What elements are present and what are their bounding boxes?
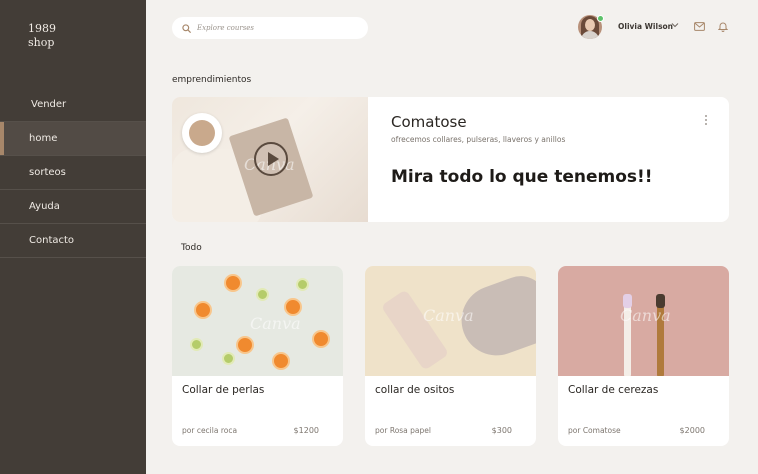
logo-line2: shop <box>28 36 55 49</box>
product-title: Collar de cerezas <box>568 384 659 396</box>
sidebar-item-label: Vender <box>31 99 67 110</box>
product-title: Collar de perlas <box>182 384 265 396</box>
more-vertical-icon[interactable] <box>704 114 708 126</box>
product-price: $1200 <box>293 426 319 435</box>
search-bar[interactable] <box>172 17 368 39</box>
chevron-down-icon[interactable] <box>671 22 679 28</box>
product-seller: por Rosa papel <box>375 426 431 435</box>
sidebar-item-home[interactable]: home <box>0 122 146 156</box>
featured-subtitle: ofrecemos collares, pulseras, llaveros y… <box>391 135 566 144</box>
product-card[interactable]: Canva Collar de cerezas por Comatose $20… <box>558 266 729 446</box>
sidebar-item-label: Contacto <box>29 235 75 246</box>
sidebar-item-label: Ayuda <box>29 201 60 212</box>
logo[interactable]: 1989 shop <box>28 22 56 50</box>
product-seller: por cecila roca <box>182 426 238 435</box>
product-image: Canva <box>172 266 343 376</box>
product-image: Canva <box>558 266 729 376</box>
sidebar-item-sorteos[interactable]: sorteos <box>0 156 146 190</box>
watermark: Canva <box>423 306 474 325</box>
product-image: Canva <box>365 266 536 376</box>
sidebar-item-contacto[interactable]: Contacto <box>0 224 146 258</box>
sidebar-nav: Vender home sorteos Ayuda Contacto <box>0 88 146 258</box>
featured-image: Canva <box>172 97 368 222</box>
main-content: Olivia Wilson emprendimientos Canva Coma… <box>146 0 758 474</box>
product-card[interactable]: Canva Collar de perlas por cecila roca $… <box>172 266 343 446</box>
sidebar-item-ayuda[interactable]: Ayuda <box>0 190 146 224</box>
play-icon[interactable] <box>254 142 288 176</box>
mail-icon[interactable] <box>694 22 705 31</box>
bell-icon[interactable] <box>718 21 728 32</box>
product-title: collar de ositos <box>375 384 455 396</box>
user-name[interactable]: Olivia Wilson <box>618 22 673 31</box>
sidebar: 1989 shop Vender home sorteos Ayuda Cont… <box>0 0 146 474</box>
product-price: $300 <box>491 426 512 435</box>
featured-title: Comatose <box>391 113 467 131</box>
online-status-dot <box>597 15 604 22</box>
watermark: Canva <box>250 314 301 333</box>
logo-line1: 1989 <box>28 22 56 35</box>
watermark: Canva <box>620 306 671 325</box>
featured-cta[interactable]: Mira todo lo que tenemos!! <box>391 167 653 187</box>
section-title-todo: Todo <box>181 243 202 253</box>
product-price: $2000 <box>679 426 705 435</box>
product-card[interactable]: Canva collar de ositos por Rosa papel $3… <box>365 266 536 446</box>
sidebar-item-vender[interactable]: Vender <box>0 88 146 122</box>
search-icon <box>182 23 191 33</box>
product-seller: por Comatose <box>568 426 621 435</box>
sidebar-item-label: sorteos <box>29 167 66 178</box>
featured-card[interactable]: Canva Comatose ofrecemos collares, pulse… <box>172 97 729 222</box>
section-title-emprendimientos: emprendimientos <box>172 75 252 85</box>
search-input[interactable] <box>197 24 357 32</box>
sidebar-item-label: home <box>29 133 58 144</box>
